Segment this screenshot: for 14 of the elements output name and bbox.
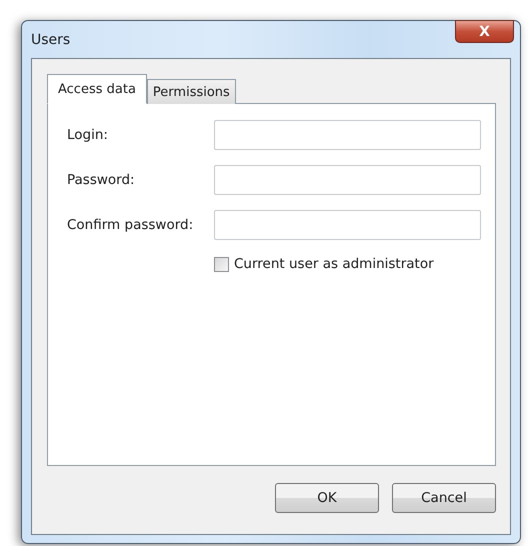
input-field[interactable] xyxy=(214,210,481,240)
dialog-button[interactable]: Cancel xyxy=(392,483,496,513)
input-field[interactable] xyxy=(214,165,481,195)
field-label: Confirm password: xyxy=(67,217,194,233)
input-field[interactable] xyxy=(214,120,481,150)
close-button[interactable]: X xyxy=(455,20,514,43)
checkbox[interactable] xyxy=(214,256,229,272)
tab[interactable]: Permissions xyxy=(146,79,236,104)
tab[interactable]: Access data xyxy=(47,74,147,104)
window-title: Users xyxy=(31,32,70,48)
field-label: Password: xyxy=(67,172,136,188)
checkbox-label[interactable]: Current user as administrator xyxy=(234,256,434,272)
dialog-button[interactable]: OK xyxy=(275,483,379,513)
field-label: Login: xyxy=(67,127,109,143)
